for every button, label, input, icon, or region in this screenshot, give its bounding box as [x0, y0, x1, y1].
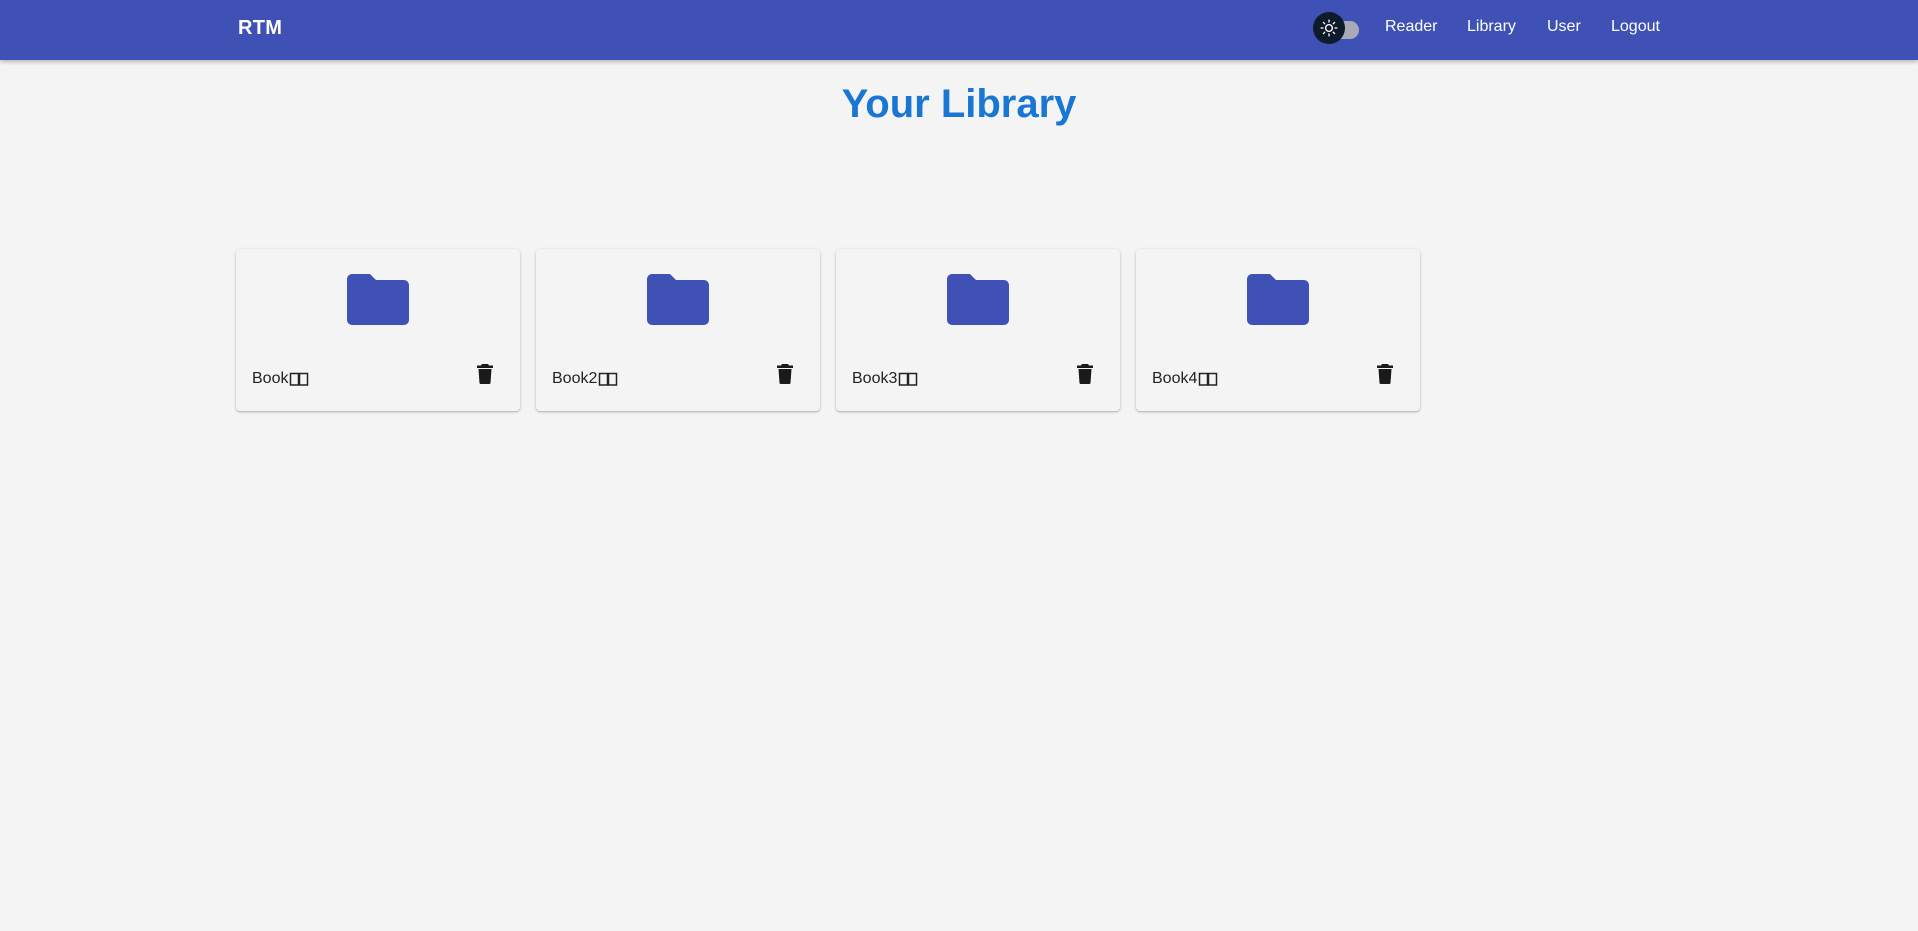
- delete-button[interactable]: [1073, 362, 1097, 386]
- delete-button[interactable]: [473, 362, 497, 386]
- book-name: Book3: [852, 370, 898, 387]
- nav-library[interactable]: Library: [1467, 18, 1516, 36]
- book-icon: [899, 372, 918, 386]
- book-card[interactable]: Book: [236, 249, 520, 411]
- folder-icon: [647, 274, 709, 325]
- book-icon: [290, 372, 309, 386]
- trash-icon: [1077, 364, 1093, 384]
- book-name: Book: [252, 370, 289, 387]
- nav-logout[interactable]: Logout: [1611, 18, 1660, 36]
- theme-toggle[interactable]: [1313, 12, 1363, 44]
- folder-icon: [947, 274, 1009, 325]
- trash-icon: [477, 364, 493, 384]
- delete-button[interactable]: [1373, 362, 1397, 386]
- trash-icon: [1377, 364, 1393, 384]
- book-icon: [599, 372, 618, 386]
- book-card[interactable]: Book4: [1136, 249, 1420, 411]
- book-card[interactable]: Book3: [836, 249, 1120, 411]
- trash-icon: [777, 364, 793, 384]
- sun-icon: [1313, 12, 1345, 44]
- nav-user[interactable]: User: [1547, 18, 1581, 36]
- book-card[interactable]: Book2: [536, 249, 820, 411]
- book-name: Book2: [552, 370, 598, 387]
- nav-reader[interactable]: Reader: [1385, 18, 1437, 36]
- app-bar: RTM Reader Library User Logout: [0, 0, 1918, 60]
- book-icon: [1199, 372, 1218, 386]
- brand-title[interactable]: RTM: [238, 17, 282, 40]
- delete-button[interactable]: [773, 362, 797, 386]
- folder-icon: [1247, 274, 1309, 325]
- page-title: Your Library: [841, 82, 1077, 126]
- folder-icon: [347, 274, 409, 325]
- book-name: Book4: [1152, 370, 1198, 387]
